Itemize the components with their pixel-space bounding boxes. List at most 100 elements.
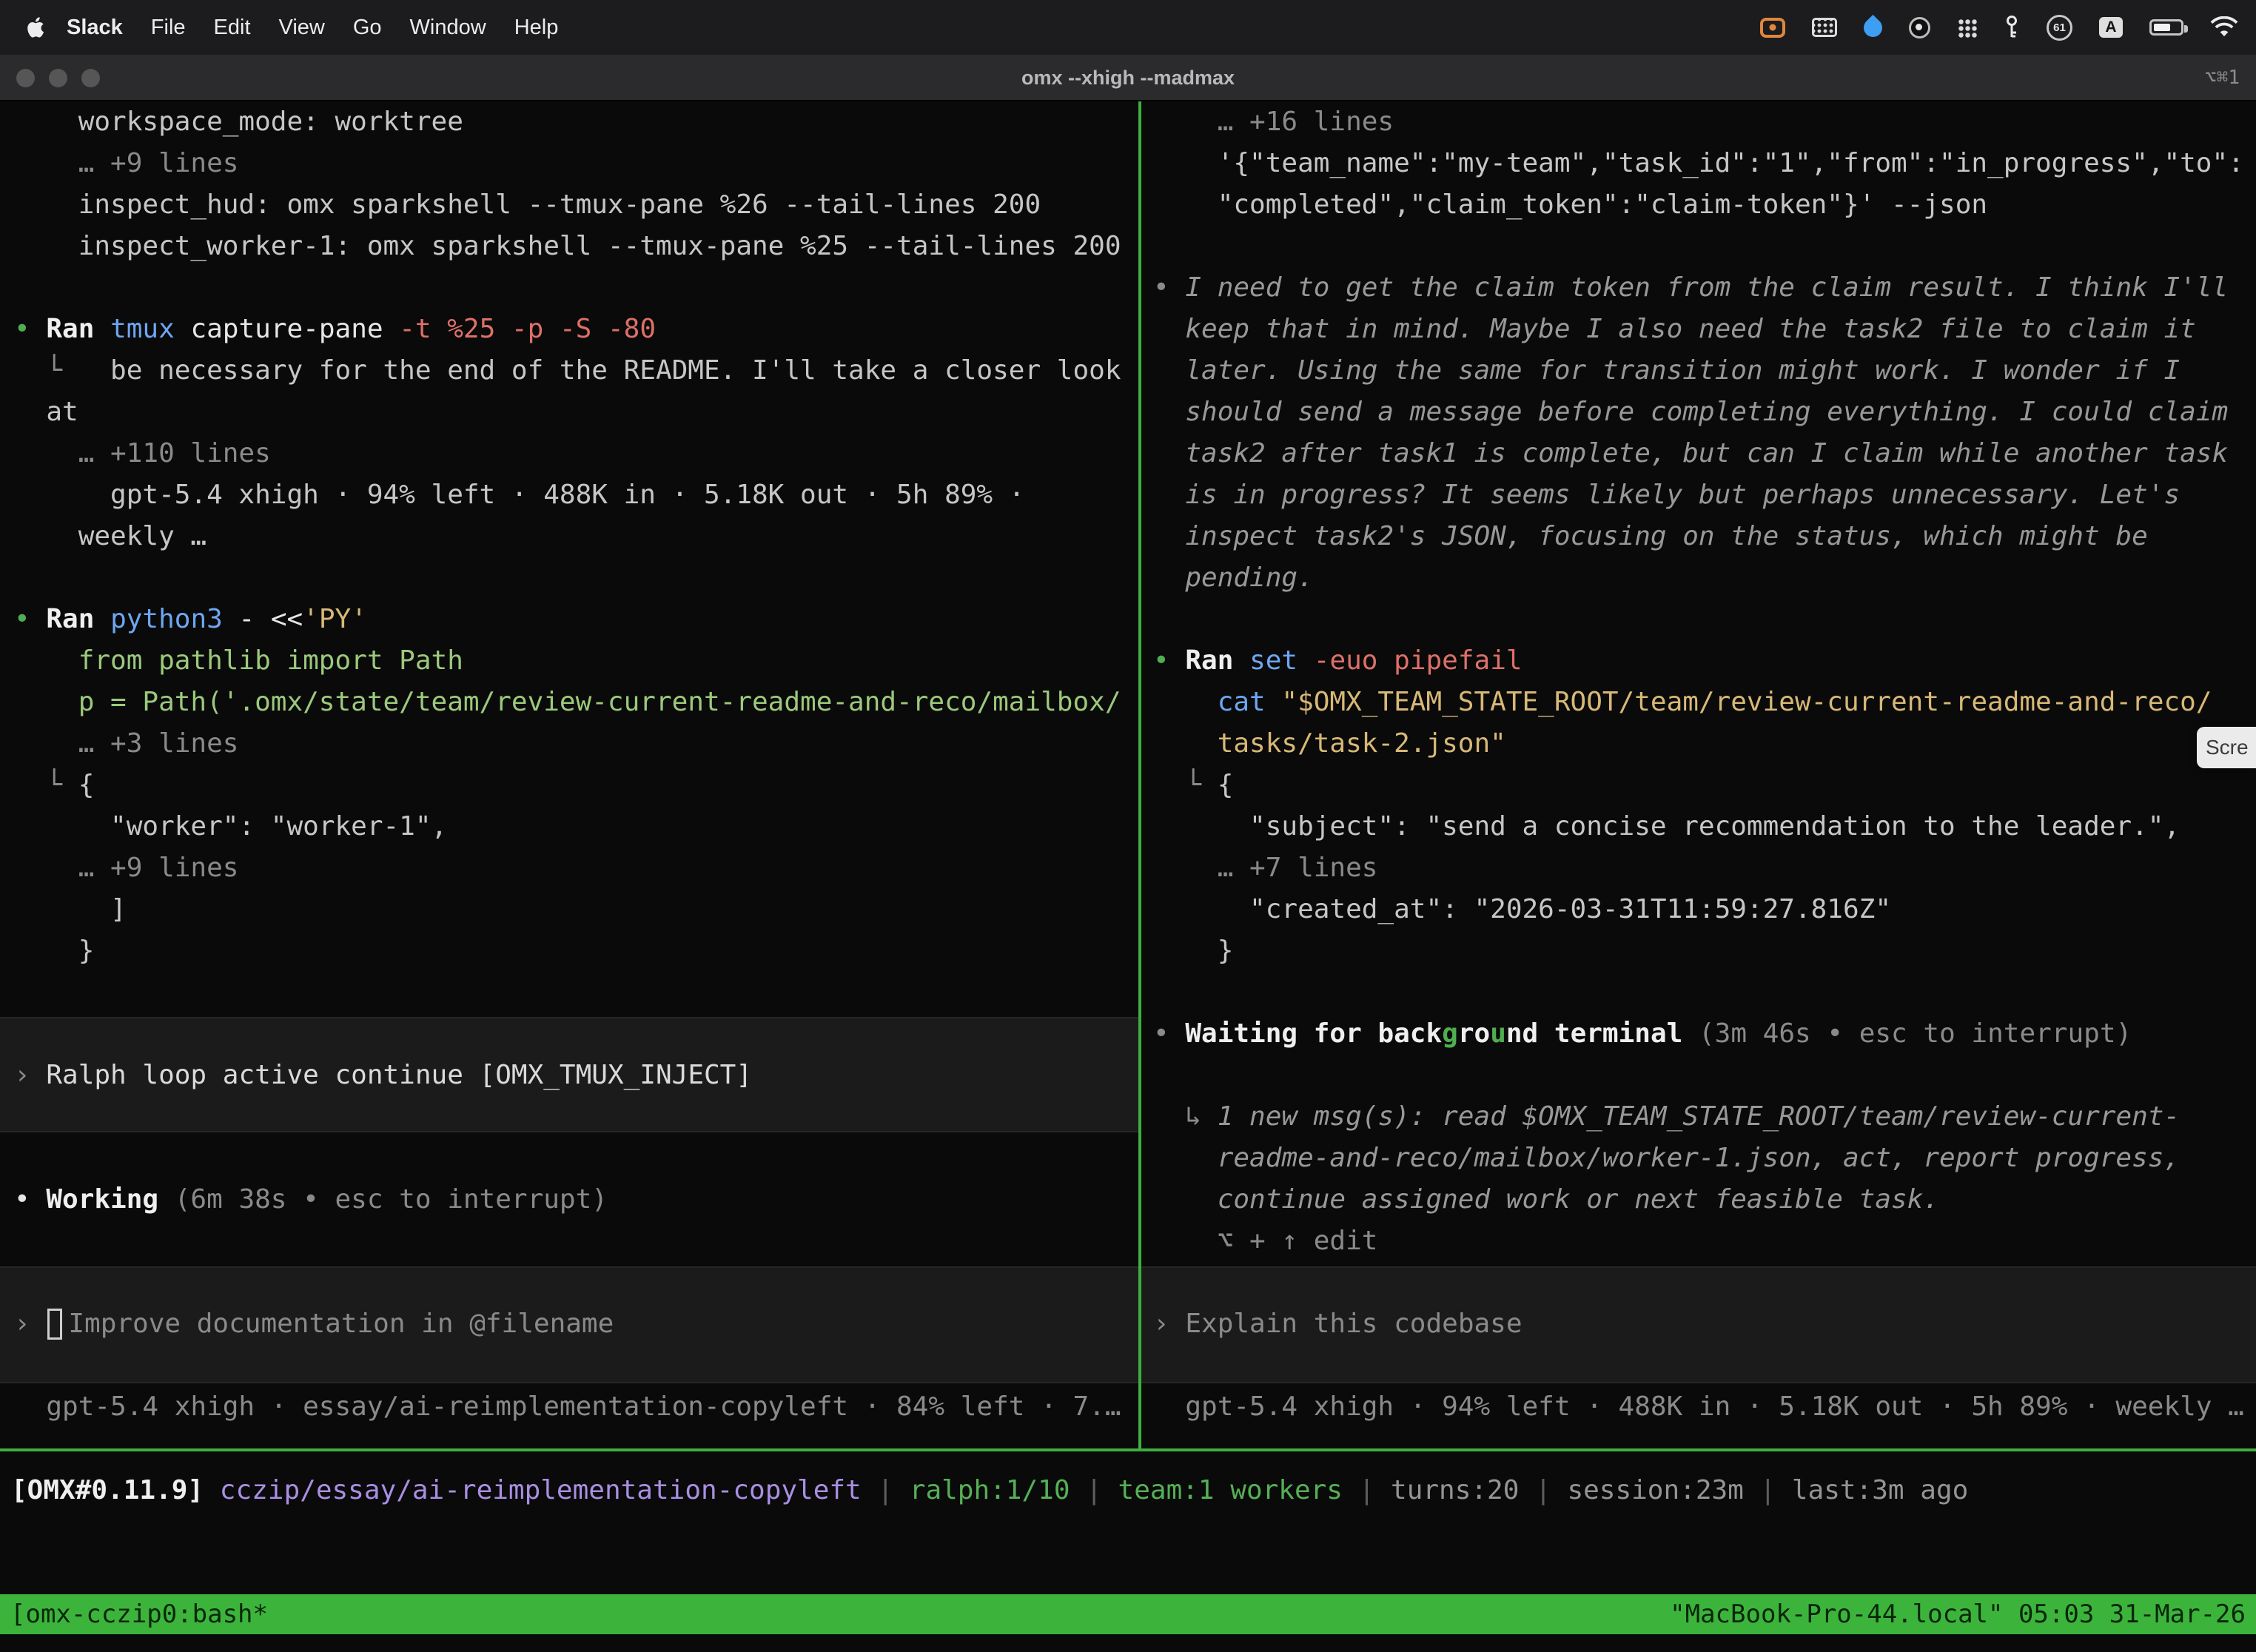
active-app-menu[interactable]: Slack — [67, 16, 123, 40]
apple-menu[interactable] — [27, 17, 44, 38]
terminal-text-segment: ⌥ + ↑ edit — [1153, 1226, 1377, 1256]
terminal-text-segment: (6m 38s • esc to interrupt) — [158, 1184, 608, 1215]
battery-icon[interactable] — [2149, 19, 2183, 36]
terminal-text-segment: … +7 lines — [1153, 853, 1377, 883]
menu-item-view[interactable]: View — [279, 16, 325, 40]
apple-icon — [27, 17, 44, 38]
terminal-line: └ { — [1153, 765, 2256, 806]
terminal-line: ⌥ + ↑ edit — [1153, 1220, 2256, 1262]
battery-fill — [2154, 24, 2170, 31]
terminal-text-segment: • — [14, 604, 46, 634]
grid-icon[interactable] — [1812, 18, 1837, 37]
separator: | — [1070, 1475, 1118, 1505]
screen-recording-icon[interactable] — [1760, 18, 1785, 38]
terminal-line: • Ran tmux capture-pane -t %25 -p -S -80 — [14, 309, 1138, 350]
terminal-text-segment: capture-pane — [175, 314, 399, 344]
terminal-line: keep that in mind. Maybe I also need the… — [1153, 309, 2256, 350]
terminal-line: gpt-5.4 xhigh · 94% left · 488K in · 5.1… — [1153, 1386, 2256, 1428]
team-workers: team:1 workers — [1118, 1475, 1343, 1505]
terminal-text-segment: readme-and-reco/mailbox/worker-1.json, a… — [1153, 1143, 2180, 1173]
terminal-line — [14, 557, 1138, 599]
terminal-text-segment: • — [1153, 645, 1185, 676]
menu-item-edit[interactable]: Edit — [214, 16, 251, 40]
menu-item-go[interactable]: Go — [353, 16, 382, 40]
terminal-line — [14, 972, 1138, 1013]
terminal-text-segment: python3 — [110, 604, 223, 634]
terminal-text-segment: Ran — [46, 314, 94, 344]
terminal-text-segment: … +110 lines — [14, 438, 271, 469]
terminal-line — [14, 1345, 1138, 1386]
terminal-text-segment: … +9 lines — [14, 148, 238, 178]
terminal-text-segment: } — [14, 936, 94, 966]
terminal-text-segment: • — [1153, 1018, 1185, 1049]
separator: | — [862, 1475, 910, 1505]
left-terminal-pane[interactable]: workspace_mode: worktree … +9 lines insp… — [0, 101, 1138, 1448]
terminal-text-segment — [94, 314, 110, 344]
terminal-line: • Ran set -euo pipefail — [1153, 640, 2256, 682]
terminal-line — [1153, 226, 2256, 267]
terminal-text-segment: '{"team_name":"my-team","task_id":"1","f… — [1153, 148, 2244, 178]
terminal-text-segment: p = Path('.omx/state/team/review-current… — [14, 687, 1121, 717]
terminal-text-segment: gpt-5.4 xhigh · 94% left · 488K in · 5.1… — [1153, 1391, 2244, 1422]
terminal-text-segment: gpt-5.4 xhigh · essay/ai-reimplementatio… — [14, 1391, 1121, 1422]
terminal-text-segment: u — [1490, 1018, 1506, 1049]
pane-divider-vertical[interactable] — [1138, 101, 1141, 1448]
terminal-line: inspect task2's JSON, focusing on the st… — [1153, 516, 2256, 557]
terminal-text-segment — [94, 604, 110, 634]
wifi-icon[interactable] — [2210, 16, 2238, 38]
terminal-line: … +9 lines — [14, 847, 1138, 889]
terminal-line: … +110 lines — [14, 433, 1138, 474]
terminal-line: • Ran python3 - <<'PY' — [14, 599, 1138, 640]
omx-status-bar: [OMX#0.11.9] cczip/essay/ai-reimplementa… — [0, 1470, 2256, 1511]
terminal-line — [14, 267, 1138, 309]
terminal-line: └ be necessary for the end of the README… — [14, 350, 1138, 392]
terminal-text-segment: Improve documentation in @filename — [68, 1309, 614, 1339]
terminal-line — [14, 1220, 1138, 1262]
terminal-text-segment: keep that in mind. Maybe I also need the… — [1153, 314, 2196, 344]
terminal-text-segment: • — [14, 1184, 46, 1215]
terminal-line: └ { — [14, 765, 1138, 806]
terminal-line: • I need to get the claim token from the… — [1153, 267, 2256, 309]
terminal-text-segment: Ran — [1185, 645, 1233, 676]
menu-item-help[interactable]: Help — [514, 16, 559, 40]
terminal-text-segment: › — [14, 1060, 46, 1090]
terminal-text-segment: ] — [14, 894, 127, 924]
cpu-gauge-icon[interactable]: 61 — [2047, 15, 2072, 41]
terminal-text-segment: 1 new msg(s): read $OMX_TEAM_STATE_ROOT/… — [1218, 1101, 2180, 1132]
terminal-line: … +16 lines — [1153, 101, 2256, 143]
terminal-line: inspect_worker-1: omx sparkshell --tmux-… — [14, 226, 1138, 267]
screen-share-pill[interactable]: Scre — [2197, 727, 2256, 768]
terminal-line — [1153, 972, 2256, 1013]
terminal-text-segment: g — [1442, 1018, 1458, 1049]
terminal-line: task2 after task1 is complete, but can I… — [1153, 433, 2256, 474]
terminal-text-segment: inspect_worker-1: omx sparkshell --tmux-… — [14, 231, 1121, 261]
terminal-line: • Waiting for background terminal (3m 46… — [1153, 1013, 2256, 1055]
key-icon[interactable] — [2004, 15, 2020, 40]
terminal-line — [14, 1013, 1138, 1055]
terminal-line: "subject": "send a concise recommendatio… — [1153, 806, 2256, 847]
terminal-text-segment: gpt-5.4 xhigh · 94% left · 488K in · 5.1… — [14, 480, 1024, 510]
terminal-text-segment: -euo pipefail — [1297, 645, 1522, 676]
tmux-host-clock: "MacBook-Pro-44.local" 05:03 31-Mar-26 — [1670, 1594, 2246, 1634]
terminal-text-segment: set — [1249, 645, 1297, 676]
app-grid-icon[interactable] — [1957, 18, 1977, 38]
blue-app-icon[interactable] — [1860, 14, 1886, 40]
terminal-text-segment: Explain this codebase — [1185, 1309, 1522, 1339]
input-source-icon[interactable]: A — [2099, 17, 2123, 38]
menu-item-window[interactable]: Window — [410, 16, 486, 40]
terminal-text-segment: … +3 lines — [14, 728, 238, 759]
terminal-text-segment: "completed","claim_token":"claim-token"}… — [1153, 189, 1987, 220]
right-terminal-pane[interactable]: … +16 lines '{"team_name":"my-team","tas… — [1141, 101, 2256, 1448]
terminal-text-segment: should send a message before completing … — [1153, 397, 2228, 427]
terminal-line: gpt-5.4 xhigh · 94% left · 488K in · 5.1… — [14, 474, 1138, 516]
terminal-line: p = Path('.omx/state/team/review-current… — [14, 682, 1138, 723]
terminal-line: inspect_hud: omx sparkshell --tmux-pane … — [14, 184, 1138, 226]
terminal-line: should send a message before completing … — [1153, 392, 2256, 433]
terminal-text-segment: - << — [223, 604, 303, 634]
terminal-text-segment: (3m 46s • esc to interrupt) — [1682, 1018, 2132, 1049]
terminal-line: › Ralph loop active continue [OMX_TMUX_I… — [14, 1055, 1138, 1096]
dark-app-icon[interactable] — [1909, 17, 1930, 38]
terminal-text-segment: • — [14, 314, 46, 344]
terminal-text-segment: Ralph loop active continue [OMX_TMUX_INJ… — [46, 1060, 752, 1090]
menu-item-file[interactable]: File — [151, 16, 186, 40]
